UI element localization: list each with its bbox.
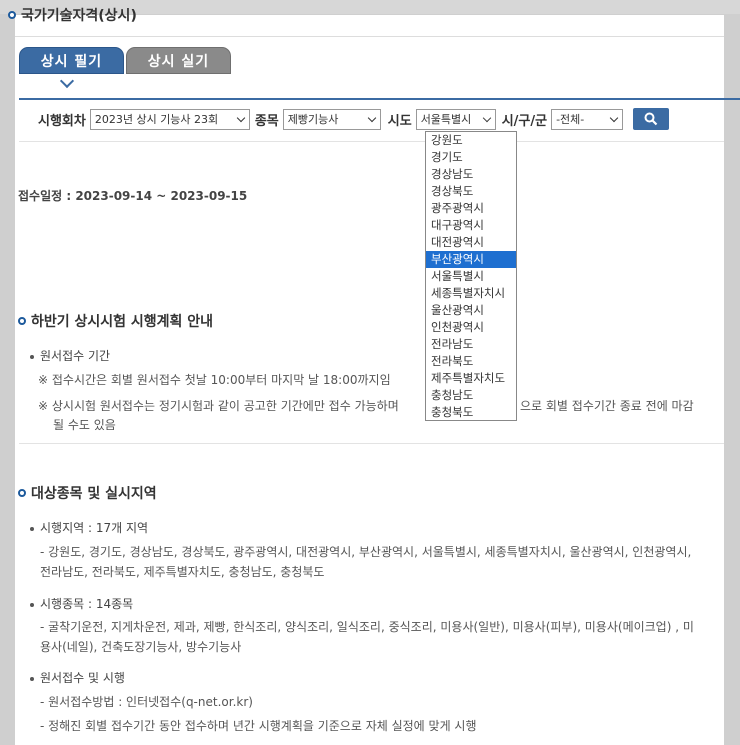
region-option[interactable]: 경상남도: [426, 166, 516, 183]
region-option[interactable]: 인천광역시: [426, 319, 516, 336]
bullet-dot: [30, 354, 34, 359]
note-text-continued: 될 수도 있음: [53, 418, 116, 432]
tab-practical-exam[interactable]: 상시 실기: [126, 47, 231, 74]
note-text: ※ 접수시간은 회별 원서접수 첫날 10:00부터 마지막 날 18:00까지…: [38, 373, 391, 387]
section-heading: 하반기 상시시험 시행계획 안내: [18, 311, 213, 331]
page-header: 국가기술자격(상시): [0, 0, 137, 30]
chevron-down-icon: [609, 113, 619, 122]
section-heading: 대상종목 및 실시지역: [18, 483, 157, 503]
bullet-dot: [30, 676, 34, 681]
list-item: 원서접수 기간: [30, 347, 110, 364]
district-select[interactable]: -전체-: [551, 108, 624, 130]
region-label: 시도: [387, 113, 412, 129]
round-select[interactable]: 2023년 상시 기능사 23회: [89, 108, 250, 130]
region-option[interactable]: 전라북도: [426, 353, 516, 370]
detail-text: - 원서접수방법 : 인터넷접수(q-net.or.kr): [40, 695, 253, 709]
region-option[interactable]: 세종특별자치시: [426, 285, 516, 302]
region-option[interactable]: 광주광역시: [426, 200, 516, 217]
filter-bar: 시행회차 2023년 상시 기능사 23회 종목 제빵기능사 시도 서울특별시 …: [38, 108, 670, 130]
item-select-value: 제빵기능사: [287, 113, 339, 126]
region-option[interactable]: 강원도: [426, 132, 516, 149]
region-option[interactable]: 서울특별시: [426, 268, 516, 285]
round-label: 시행회차: [38, 113, 86, 129]
chevron-down-icon: [236, 113, 246, 122]
list-item-text: 시행지역 : 17개 지역: [40, 521, 149, 535]
region-option[interactable]: 울산광역시: [426, 302, 516, 319]
detail-text: - 정해진 회별 접수기간 동안 접수하며 년간 시행계획을 기준으로 자체 실…: [40, 719, 477, 733]
region-option[interactable]: 경상북도: [426, 183, 516, 200]
item-label: 종목: [254, 113, 279, 129]
region-option[interactable]: 부산광역시: [426, 251, 516, 268]
note-text: ※ 상시시험 원서접수는 정기시험과 같이 공고한 기간에만 접수 가능하며: [38, 399, 399, 413]
district-select-value: -전체-: [556, 113, 585, 126]
section-bullet-icon: [18, 489, 26, 497]
list-item-text: 원서접수 및 시행: [40, 671, 125, 685]
note-text-continued: 으로 회별 접수기간 종료 전에 마감: [520, 399, 694, 413]
region-dropdown-list[interactable]: 강원도 경기도 경상남도 경상북도 광주광역시 대구광역시 대전광역시 부산광역시 서울특별시 세…: [425, 131, 517, 421]
filter-divider: [19, 141, 724, 142]
search-button[interactable]: [633, 108, 670, 130]
region-option[interactable]: 경기도: [426, 149, 516, 166]
page-title: 국가기술자격(상시): [21, 8, 137, 24]
region-option[interactable]: 대전광역시: [426, 234, 516, 251]
round-select-value: 2023년 상시 기능사 23회: [94, 113, 219, 126]
chevron-down-icon: [367, 113, 377, 122]
tab-underline: [19, 98, 740, 100]
list-item-text: 시행종목 : 14종목: [40, 597, 134, 611]
region-option[interactable]: 제주특별자치도: [426, 370, 516, 387]
schedule-text: 접수일정 : 2023-09-14 ~ 2023-09-15: [18, 189, 248, 203]
bullet-dot: [30, 602, 34, 607]
region-option[interactable]: 대구광역시: [426, 217, 516, 234]
item-select[interactable]: 제빵기능사: [282, 108, 381, 130]
region-select[interactable]: 서울특별시: [415, 108, 496, 130]
list-item: 원서접수 및 시행: [30, 669, 125, 686]
bullet-dot: [30, 526, 34, 531]
title-bullet-icon: [8, 11, 16, 19]
search-icon: [644, 112, 658, 126]
section1-title: 하반기 상시시험 시행계획 안내: [31, 314, 214, 330]
title-divider: [15, 36, 724, 37]
list-item: 시행종목 : 14종목: [30, 595, 133, 612]
section2-title: 대상종목 및 실시지역: [31, 486, 157, 502]
list-item: 시행지역 : 17개 지역: [30, 519, 148, 536]
list-item-text: 원서접수 기간: [40, 349, 111, 363]
tab-written-exam[interactable]: 상시 필기: [19, 47, 124, 74]
region-select-value: 서울특별시: [420, 113, 472, 126]
tab-bar: 상시 필기 상시 실기: [19, 47, 231, 74]
detail-text: - 강원도, 경기도, 경상남도, 경상북도, 광주광역시, 대전광역시, 부산…: [40, 545, 692, 579]
region-option[interactable]: 충청북도: [426, 404, 516, 421]
section-divider: [19, 443, 724, 444]
chevron-down-icon: [482, 113, 491, 122]
detail-text: - 굴착기운전, 지게차운전, 제과, 제빵, 한식조리, 양식조리, 일식조리…: [40, 620, 694, 654]
district-label: 시/구/군: [501, 113, 548, 129]
region-option[interactable]: 충청남도: [426, 387, 516, 404]
region-option[interactable]: 전라남도: [426, 336, 516, 353]
section-bullet-icon: [18, 317, 26, 325]
